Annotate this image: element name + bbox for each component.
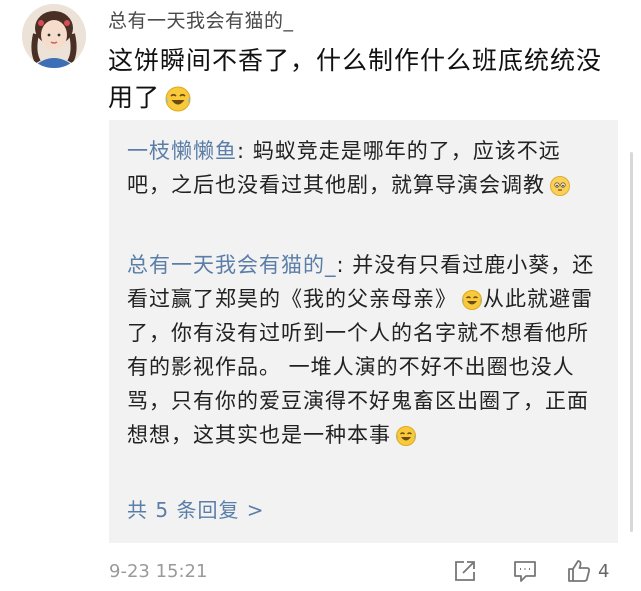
comment-timestamp: 9-23 15:21 (109, 561, 208, 582)
thumbs-up-icon (568, 560, 590, 582)
like-button[interactable]: 4 (566, 558, 609, 584)
scrollbar[interactable] (630, 152, 633, 532)
laugh-cry-emoji-icon (396, 426, 416, 446)
laugh-cry-emoji-icon (462, 290, 482, 310)
comment-icon (514, 561, 536, 582)
avatar-portrait-icon (22, 4, 86, 68)
comment-body: 这饼瞬间不香了，什么制作什么班底统统没用了 (108, 42, 618, 116)
reply-item: 总有一天我会有猫的_: 并没有只看过鹿小葵，还看过赢了郑昊的《我的父亲母亲》 从… (127, 248, 601, 452)
reply-text-part2: 从此就避雷了，你有没有过听到一个人的名字就不想看他所有的影视作品。 一堆人演的不… (127, 287, 593, 447)
replies-panel: 一枝懒懒鱼: 蚂蚁竞走是哪年的了，应该不远吧，之后也没看过其他剧，就算导演会调教… (109, 120, 618, 543)
reply-item: 一枝懒懒鱼: 蚂蚁竞走是哪年的了，应该不远吧，之后也没看过其他剧，就算导演会调教 (127, 134, 601, 202)
awkward-emoji-icon (550, 176, 570, 196)
reply-author[interactable]: 总有一天我会有猫的_ (127, 253, 337, 277)
like-count: 4 (598, 560, 610, 582)
share-icon (455, 561, 475, 581)
laugh-cry-emoji-icon (165, 86, 191, 112)
comment-button[interactable] (512, 558, 538, 584)
more-replies-link[interactable]: 共 5 条回复 > (127, 494, 265, 523)
avatar[interactable] (22, 4, 86, 68)
reply-author[interactable]: 一枝懒懒鱼 (127, 139, 237, 163)
comment-card: 总有一天我会有猫的_ 这饼瞬间不香了，什么制作什么班底统统没用了 一枝懒懒鱼: … (0, 0, 641, 591)
comment-username[interactable]: 总有一天我会有猫的_ (108, 6, 294, 33)
share-button[interactable] (452, 558, 478, 584)
